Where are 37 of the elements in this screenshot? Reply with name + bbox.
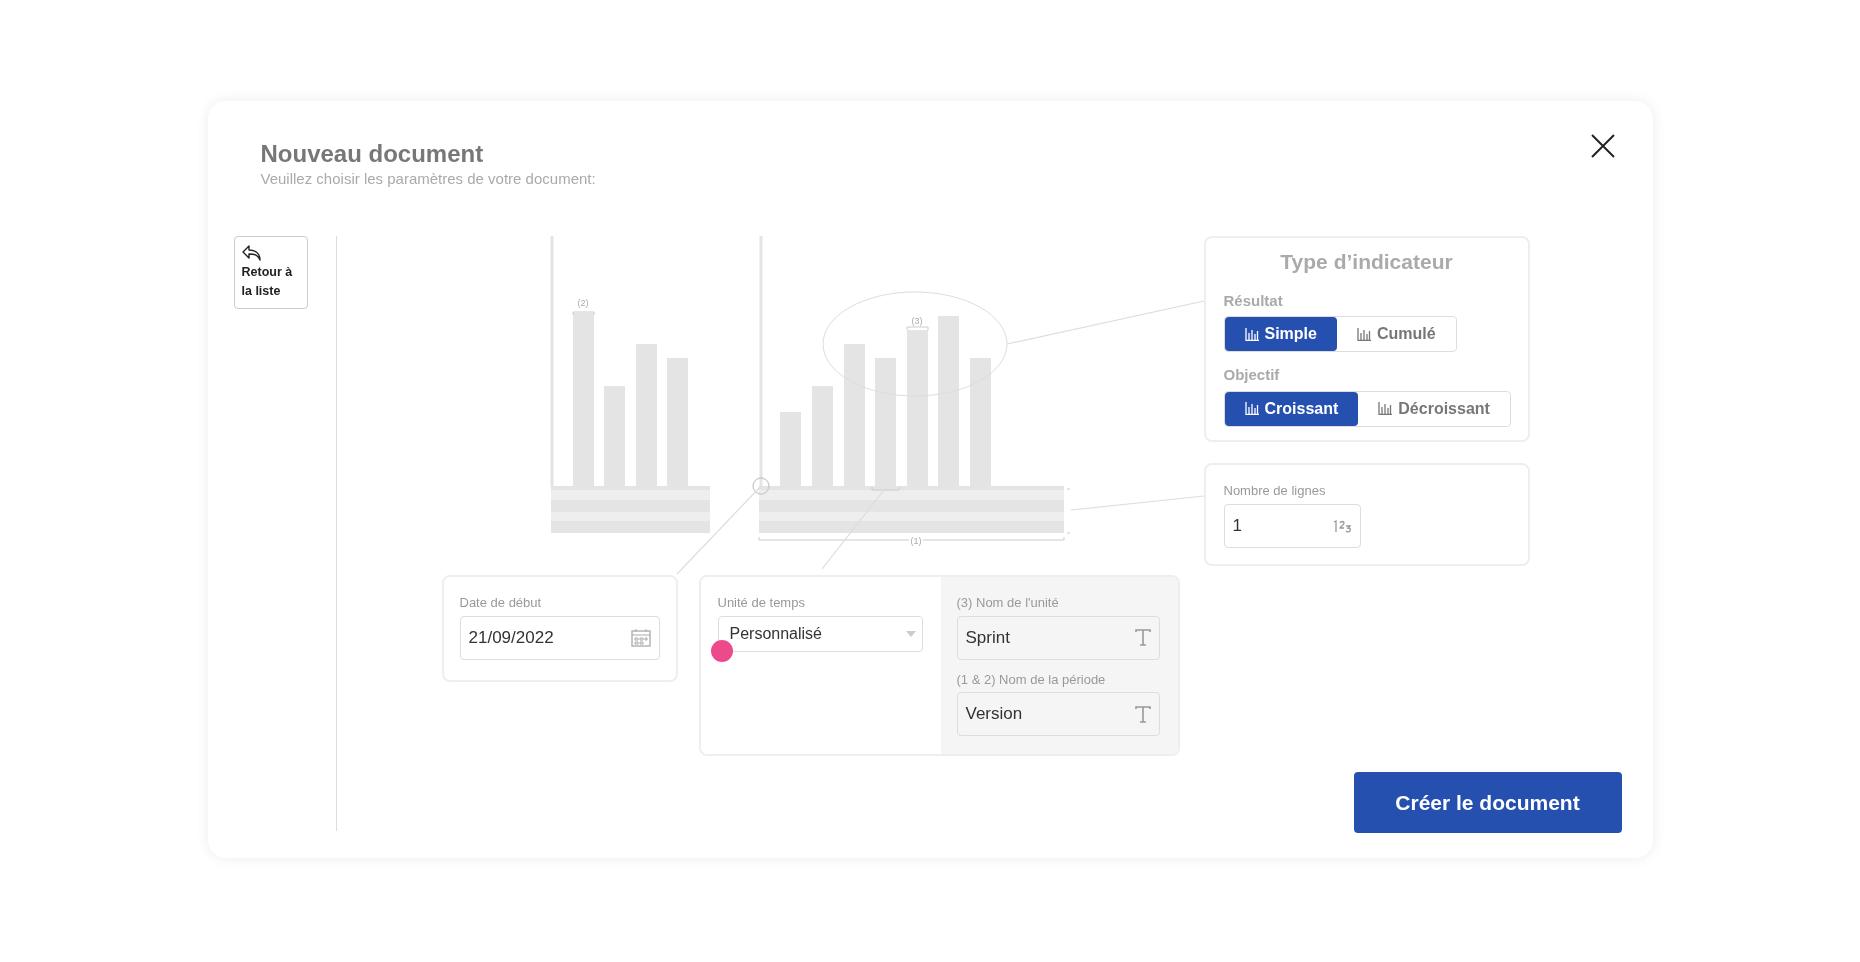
input-field[interactable]: 21/09/2022 xyxy=(459,615,660,660)
input-field[interactable]: 1 xyxy=(1223,503,1361,548)
input-field[interactable]: Version xyxy=(956,692,1160,736)
field-label: Unité de temps xyxy=(717,594,806,612)
dialog-subtitle: Veuillez choisir les paramètres de votre document: xyxy=(260,169,596,189)
reply-arrow-icon xyxy=(241,245,262,261)
group-label: Objectif xyxy=(1223,365,1281,385)
back-button[interactable]: Retour à la liste xyxy=(233,236,308,309)
dropdown-value: Personnalisé xyxy=(729,623,822,644)
field-label: Nombre de lignes xyxy=(1223,482,1327,500)
segment-option[interactable]: Simple xyxy=(1224,317,1337,351)
input-field[interactable]: Sprint xyxy=(956,615,1160,660)
bar-chart-icon xyxy=(1244,402,1259,415)
segment-option[interactable]: Croissant xyxy=(1224,391,1359,426)
dialog-title: Nouveau document xyxy=(260,139,484,169)
text-icon xyxy=(1134,629,1151,646)
bar-chart-icon xyxy=(1244,327,1259,341)
field-label: Date de début xyxy=(459,594,543,612)
field-value: Version xyxy=(965,703,1023,726)
field-value: Sprint xyxy=(965,626,1010,649)
bar-chart-diagram-drawing: (2) (3) (1) xyxy=(549,236,1070,556)
number-icon xyxy=(1331,518,1352,533)
text-icon xyxy=(1134,705,1151,723)
field-label: (1 & 2) Nom de la période xyxy=(956,670,1107,689)
field-label: (3) Nom de l'unité xyxy=(956,594,1060,612)
bar-chart-icon xyxy=(1378,402,1393,415)
calendar-icon xyxy=(630,628,651,647)
caret-icon xyxy=(905,630,916,637)
create-document-button[interactable]: Créer le document xyxy=(1353,772,1622,833)
close-icon xyxy=(1590,134,1615,158)
field-value: 1 xyxy=(1232,514,1242,537)
bar-chart-icon xyxy=(1356,327,1371,341)
dropdown[interactable]: Personnalisé xyxy=(717,615,923,652)
group-label: Résultat xyxy=(1223,290,1284,311)
field-value: 21/09/2022 xyxy=(468,626,554,649)
card-title: Type d’indicateur xyxy=(1279,249,1454,275)
close-button[interactable] xyxy=(1588,132,1617,160)
